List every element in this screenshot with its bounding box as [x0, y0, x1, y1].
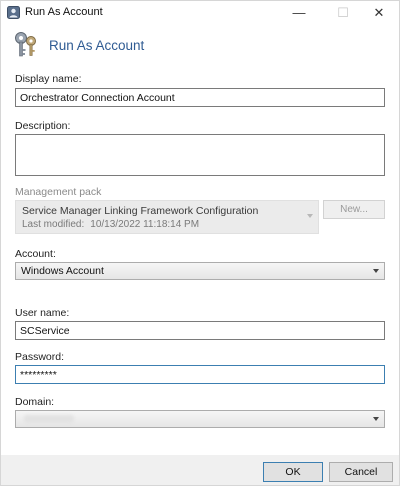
cancel-button[interactable]: Cancel — [329, 462, 393, 482]
user-name-field[interactable] — [15, 321, 385, 340]
account-selected-value: Windows Account — [21, 265, 104, 277]
management-pack-last-modified: Last modified: 10/13/2022 11:18:14 PM — [22, 219, 205, 230]
title-bar[interactable]: Run As Account — ☐ ✕ — [1, 1, 399, 25]
chevron-down-icon — [373, 417, 379, 421]
display-name-label: Display name: — [15, 73, 82, 85]
domain-label: Domain: — [15, 396, 55, 408]
keys-icon — [15, 32, 36, 57]
redacted-domain — [24, 415, 74, 423]
management-pack-label: Management pack — [15, 186, 102, 198]
chevron-down-icon — [373, 269, 379, 273]
last-modified-label: Last modified: — [22, 219, 85, 230]
management-pack-selector: Service Manager Linking Framework Config… — [15, 200, 319, 234]
password-label: Password: — [15, 351, 65, 363]
new-management-pack-button[interactable]: New... — [323, 200, 385, 219]
maximize-button[interactable]: ☐ — [323, 1, 363, 25]
display-name-field[interactable] — [15, 88, 385, 107]
management-pack-name: Service Manager Linking Framework Config… — [22, 205, 259, 217]
close-button[interactable]: ✕ — [359, 1, 399, 25]
description-label: Description: — [15, 120, 71, 132]
page-title: Run As Account — [49, 38, 145, 53]
description-field[interactable] — [15, 134, 385, 176]
password-field[interactable] — [15, 365, 385, 384]
account-label: Account: — [15, 248, 56, 260]
minimize-button[interactable]: — — [279, 1, 319, 25]
user-name-label: User name: — [15, 307, 70, 319]
domain-dropdown[interactable] — [15, 410, 385, 428]
chevron-down-icon — [307, 214, 313, 218]
last-modified-value: 10/13/2022 11:18:14 PM — [90, 219, 200, 230]
account-dropdown[interactable]: Windows Account — [15, 262, 385, 280]
window-title: Run As Account — [25, 6, 103, 18]
run-as-account-dialog: Run As Account — ☐ ✕ Run As Account Disp… — [0, 0, 400, 486]
run-as-icon — [7, 6, 20, 19]
ok-button[interactable]: OK — [263, 462, 323, 482]
